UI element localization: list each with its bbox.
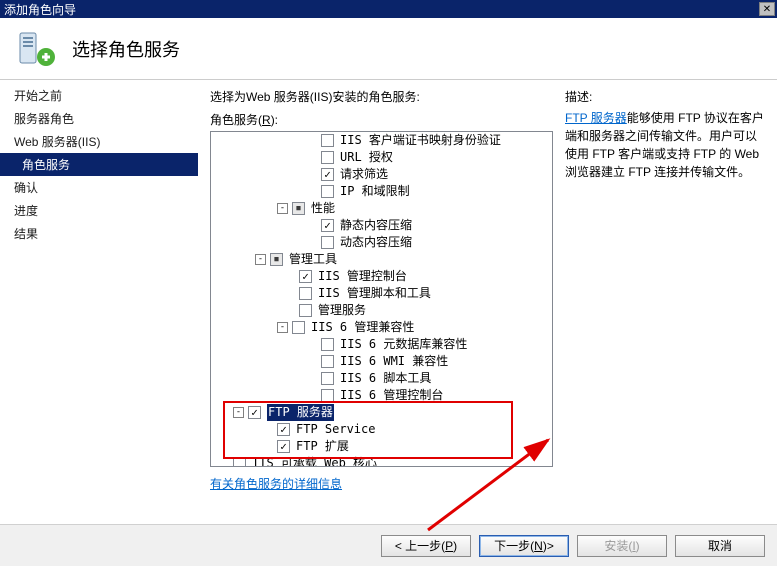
close-button[interactable]: ✕ <box>759 2 775 16</box>
description-link[interactable]: FTP 服务器 <box>565 111 627 125</box>
checkbox[interactable] <box>270 253 283 266</box>
tree-row[interactable]: IIS 6 WMI 兼容性 <box>213 353 550 370</box>
tree-label: 性能 <box>311 200 335 217</box>
tree-label: IIS 管理控制台 <box>318 268 407 285</box>
tree-row[interactable]: IIS 可承载 Web 核心 <box>213 455 550 467</box>
main: 开始之前服务器角色Web 服务器(IIS)角色服务确认进度结果 选择为Web 服… <box>0 80 777 524</box>
tree-row[interactable]: FTP Service <box>213 421 550 438</box>
window-title: 添加角色向导 <box>4 1 76 18</box>
tree-row[interactable]: 请求筛选 <box>213 166 550 183</box>
tree-label: 动态内容压缩 <box>340 234 412 251</box>
role-services-tree[interactable]: IIS 客户端证书映射身份验证URL 授权请求筛选IP 和域限制 - 性能静态内容压… <box>210 131 553 467</box>
content: 选择为Web 服务器(IIS)安装的角色服务: 角色服务(R): IIS 客户端… <box>198 80 777 524</box>
checkbox[interactable] <box>299 304 312 317</box>
tree-row[interactable]: FTP 扩展 <box>213 438 550 455</box>
tree-label: IIS 6 脚本工具 <box>340 370 431 387</box>
tree-label: IIS 6 WMI 兼容性 <box>340 353 448 370</box>
sidebar-item-1[interactable]: 服务器角色 <box>0 107 198 130</box>
tree-row[interactable]: IP 和域限制 <box>213 183 550 200</box>
header: 选择角色服务 <box>0 18 777 80</box>
sidebar-item-4[interactable]: 确认 <box>0 176 198 199</box>
checkbox[interactable] <box>321 372 334 385</box>
sidebar: 开始之前服务器角色Web 服务器(IIS)角色服务确认进度结果 <box>0 80 198 524</box>
tree-label: IIS 客户端证书映射身份验证 <box>340 132 501 149</box>
roles-label: 角色服务(R): <box>210 111 553 128</box>
tree-row[interactable]: IIS 客户端证书映射身份验证 <box>213 132 550 149</box>
tree-row[interactable]: IIS 管理脚本和工具 <box>213 285 550 302</box>
sidebar-item-2[interactable]: Web 服务器(IIS) <box>0 130 198 153</box>
titlebar: 添加角色向导 ✕ <box>0 0 777 18</box>
checkbox[interactable] <box>321 151 334 164</box>
checkbox[interactable] <box>321 389 334 402</box>
expander-icon[interactable]: - <box>277 203 288 214</box>
tree-row[interactable]: - 管理工具 <box>213 251 550 268</box>
wizard-icon <box>16 29 56 69</box>
content-left: 选择为Web 服务器(IIS)安装的角色服务: 角色服务(R): IIS 客户端… <box>210 88 553 524</box>
checkbox[interactable] <box>321 236 334 249</box>
instruction-text: 选择为Web 服务器(IIS)安装的角色服务: <box>210 88 553 105</box>
tree-row[interactable]: 静态内容压缩 <box>213 217 550 234</box>
sidebar-item-5[interactable]: 进度 <box>0 199 198 222</box>
checkbox[interactable] <box>321 185 334 198</box>
checkbox[interactable] <box>248 406 261 419</box>
checkbox[interactable] <box>277 423 290 436</box>
description-label: 描述: <box>565 88 765 105</box>
checkbox[interactable] <box>292 321 305 334</box>
tree-label: IP 和域限制 <box>340 183 410 200</box>
checkbox[interactable] <box>299 287 312 300</box>
footer: < 上一步(P) 下一步(N) > 安装(I) 取消 <box>0 524 777 566</box>
tree-label: IIS 可承载 Web 核心 <box>252 455 377 467</box>
checkbox[interactable] <box>292 202 305 215</box>
checkbox[interactable] <box>321 338 334 351</box>
page-title: 选择角色服务 <box>72 36 180 62</box>
sidebar-item-0[interactable]: 开始之前 <box>0 84 198 107</box>
tree-label: 管理工具 <box>289 251 337 268</box>
tree-row[interactable]: IIS 管理控制台 <box>213 268 550 285</box>
install-button: 安装(I) <box>577 535 667 557</box>
expander-icon[interactable]: - <box>233 407 244 418</box>
tree-label: 请求筛选 <box>340 166 388 183</box>
checkbox[interactable] <box>233 457 246 467</box>
expander-icon[interactable]: - <box>255 254 266 265</box>
prev-button[interactable]: < 上一步(P) <box>381 535 471 557</box>
checkbox[interactable] <box>321 134 334 147</box>
checkbox[interactable] <box>321 168 334 181</box>
tree-row[interactable]: URL 授权 <box>213 149 550 166</box>
tree-row[interactable]: 动态内容压缩 <box>213 234 550 251</box>
next-button[interactable]: 下一步(N) > <box>479 535 569 557</box>
tree-label: IIS 6 管理控制台 <box>340 387 443 404</box>
tree-row[interactable]: IIS 6 脚本工具 <box>213 370 550 387</box>
tree-label: URL 授权 <box>340 149 393 166</box>
description-body: FTP 服务器能够使用 FTP 协议在客户端和服务器之间传输文件。用户可以使用 … <box>565 109 765 181</box>
checkbox[interactable] <box>299 270 312 283</box>
sidebar-item-6[interactable]: 结果 <box>0 222 198 245</box>
tree-label: IIS 管理脚本和工具 <box>318 285 431 302</box>
tree-row[interactable]: - FTP 服务器 <box>213 404 550 421</box>
tree-label: FTP 服务器 <box>267 404 334 421</box>
tree-row[interactable]: IIS 6 元数据库兼容性 <box>213 336 550 353</box>
cancel-button[interactable]: 取消 <box>675 535 765 557</box>
tree-row[interactable]: - 性能 <box>213 200 550 217</box>
description-panel: 描述: FTP 服务器能够使用 FTP 协议在客户端和服务器之间传输文件。用户可… <box>565 88 765 524</box>
tree-row[interactable]: IIS 6 管理控制台 <box>213 387 550 404</box>
more-info-link[interactable]: 有关角色服务的详细信息 <box>210 475 553 492</box>
tree-label: FTP 扩展 <box>296 438 349 455</box>
checkbox[interactable] <box>321 355 334 368</box>
tree-label: IIS 6 管理兼容性 <box>311 319 414 336</box>
tree-label: 管理服务 <box>318 302 366 319</box>
tree-label: 静态内容压缩 <box>340 217 412 234</box>
checkbox[interactable] <box>277 440 290 453</box>
sidebar-item-3[interactable]: 角色服务 <box>0 153 198 176</box>
tree-label: IIS 6 元数据库兼容性 <box>340 336 467 353</box>
tree-label: FTP Service <box>296 421 375 438</box>
tree-row[interactable]: - IIS 6 管理兼容性 <box>213 319 550 336</box>
expander-icon[interactable]: - <box>277 322 288 333</box>
checkbox[interactable] <box>321 219 334 232</box>
tree-row[interactable]: 管理服务 <box>213 302 550 319</box>
